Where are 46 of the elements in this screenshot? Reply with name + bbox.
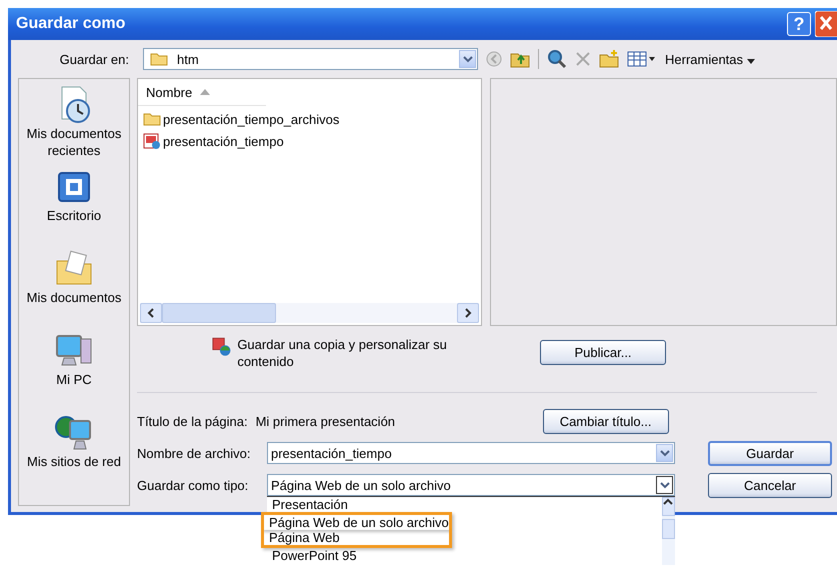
new-folder-icon[interactable] [599,50,619,68]
file-type-option[interactable]: Página Web [261,530,452,548]
save-button[interactable]: Guardar [708,440,832,466]
caret-icon [660,449,670,457]
views-icon[interactable] [627,51,655,67]
folder-icon [143,112,161,126]
publish-button[interactable]: Publicar... [540,340,666,365]
scroll-up-icon[interactable] [663,498,674,506]
file-item[interactable]: presentación_tiempo [138,130,481,152]
caret-icon [660,481,670,489]
scroll-left-icon[interactable] [147,308,155,318]
location-dropdown[interactable]: htm [143,48,478,70]
places-item[interactable]: Mi PC [19,331,129,407]
help-button[interactable]: ? [787,12,811,36]
file-type-option[interactable]: PowerPoint 95 [267,548,452,563]
file-type-option[interactable]: Página Web de un solo archivo [261,512,452,530]
file-type-label: Guardar como tipo: [137,478,250,492]
file-type-dropdown[interactable]: Página Web de un solo archivo [267,474,675,496]
folder-icon [150,52,168,66]
places-item[interactable]: Mis documentos [19,249,129,325]
file-name-label: Nombre de archivo: [137,446,252,460]
page-title-label: Título de la página: [137,414,248,428]
sort-arrow-icon [200,89,210,95]
file-name-field[interactable]: presentación_tiempo [267,442,675,464]
name-column-header[interactable]: Nombre [138,79,266,106]
search-icon[interactable] [547,49,567,69]
save-copy-text: Guardar una copia y personalizar su contenido [237,336,448,370]
change-title-button[interactable]: Cambiar título... [542,408,669,434]
horizontal-scrollbar[interactable] [140,303,479,323]
cancel-button[interactable]: Cancelar [708,472,832,498]
scroll-right-icon[interactable] [464,308,472,318]
publish-icon [212,336,232,358]
vertical-scrollbar[interactable] [662,497,675,565]
close-icon[interactable] [815,11,837,37]
tools-menu[interactable]: Herramientas [663,52,755,66]
presentation-file-icon [143,133,161,149]
window-title: Guardar como [16,15,126,33]
file-item[interactable]: presentación_tiempo_archivos [138,108,481,130]
page-title-value: Mi primera presentación [256,414,396,428]
places-item[interactable]: Mis documentos recientes [19,85,129,161]
save-in-label: Guardar en: [58,52,129,66]
caret-icon [462,55,472,63]
file-type-option[interactable]: Presentación [267,497,452,512]
caret-icon [746,58,755,64]
places-item[interactable]: Escritorio [19,167,129,243]
places-item[interactable]: Mis sitios de red [19,413,129,489]
